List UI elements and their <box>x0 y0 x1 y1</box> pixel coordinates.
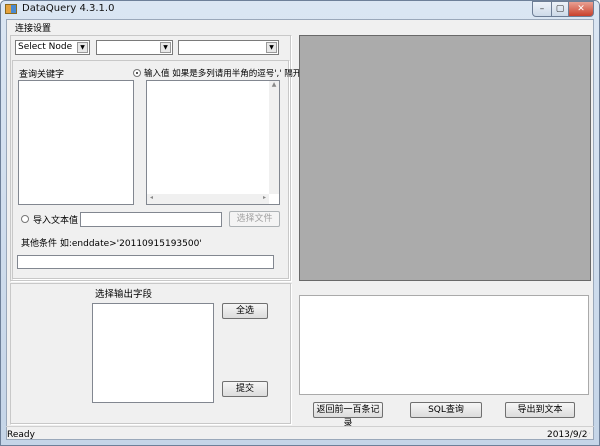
vertical-scrollbar[interactable]: ▲ <box>269 81 279 194</box>
results-grid[interactable] <box>299 35 591 281</box>
minimize-button[interactable]: – <box>532 1 552 17</box>
sql-query-button[interactable]: SQL查询 <box>410 402 482 418</box>
back-100-records-button[interactable]: 返回前一百条记录 <box>313 402 383 429</box>
input-value-textarea[interactable]: ▲ ◂ ▸ <box>146 80 280 205</box>
status-text: Ready <box>7 430 35 440</box>
status-date: 2013/9/2 <box>547 430 588 440</box>
chevron-down-icon: ▼ <box>160 42 171 53</box>
menu-connection-settings[interactable]: 连接设置 <box>15 21 51 34</box>
select-all-button[interactable]: 全选 <box>222 303 268 319</box>
keyword-list[interactable] <box>18 80 134 205</box>
keyword-label: 查询关键字 <box>19 70 65 80</box>
app-icon <box>5 4 17 14</box>
other-condition-label: 其他条件 如:enddate>'20110915193500' <box>21 239 202 249</box>
output-fields-list[interactable] <box>92 303 214 403</box>
import-text-label: 导入文本值 <box>33 216 79 226</box>
select-3[interactable]: ▼ <box>178 40 279 55</box>
choose-file-button[interactable]: 选择文件 <box>229 211 280 227</box>
sql-output-textbox[interactable] <box>299 295 589 395</box>
horizontal-scrollbar[interactable]: ◂ ▸ <box>147 194 269 204</box>
import-path-input[interactable] <box>80 212 222 227</box>
close-button[interactable]: ✕ <box>568 1 594 17</box>
status-divider <box>6 426 594 427</box>
node-select-value: Select Node <box>18 42 73 52</box>
chevron-down-icon: ▼ <box>266 42 277 53</box>
chevron-down-icon: ▼ <box>77 42 88 53</box>
select-2[interactable]: ▼ <box>96 40 173 55</box>
window-title: DataQuery 4.3.1.0 <box>22 3 115 14</box>
maximize-button[interactable]: ▢ <box>551 1 569 17</box>
output-fields-label: 选择输出字段 <box>95 289 153 300</box>
input-value-radio[interactable] <box>133 69 141 77</box>
other-condition-input[interactable] <box>17 255 274 269</box>
export-text-button[interactable]: 导出到文本 <box>505 402 575 418</box>
import-text-radio[interactable] <box>21 215 29 223</box>
resize-grip-icon[interactable]: ⋰ <box>584 432 590 439</box>
node-select[interactable]: Select Node ▼ <box>15 40 90 55</box>
input-value-label: 输入值 如果是多列请用半角的逗号',' 隔开 <box>144 69 302 79</box>
submit-button[interactable]: 提交 <box>222 381 268 397</box>
